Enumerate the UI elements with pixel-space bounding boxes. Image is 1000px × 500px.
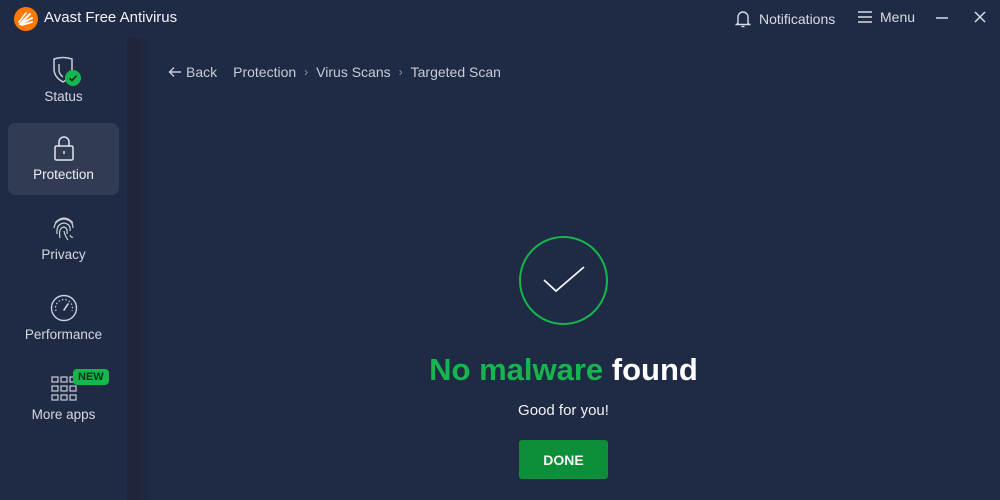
bell-icon: [735, 11, 751, 28]
lock-icon: [49, 133, 79, 163]
hamburger-icon: [858, 11, 872, 23]
close-icon: [974, 11, 986, 23]
chevron-right-icon: ›: [398, 65, 403, 79]
sidebar-item-label: Performance: [24, 327, 103, 342]
breadcrumb-virus-scans[interactable]: Virus Scans: [316, 64, 390, 80]
back-label: Back: [186, 64, 218, 80]
speedometer-icon: [49, 293, 79, 323]
sidebar-item-label: Protection: [33, 167, 94, 182]
sidebar-item-privacy[interactable]: Privacy: [8, 203, 119, 275]
checkmark-icon: [543, 266, 585, 293]
back-button[interactable]: Back: [168, 64, 217, 80]
fingerprint-icon: [49, 213, 79, 243]
chevron-right-icon: ›: [304, 65, 309, 79]
title-bar: Avast Free Antivirus Notifications Menu: [0, 0, 1000, 38]
headline-highlight: No malware: [429, 352, 604, 387]
arrow-left-icon: [168, 67, 181, 77]
minimize-icon: [936, 17, 948, 19]
sidebar-item-performance[interactable]: Performance: [8, 283, 119, 355]
close-button[interactable]: [973, 8, 995, 28]
minimize-button[interactable]: [935, 8, 957, 28]
sidebar-item-label: Privacy: [41, 247, 86, 262]
menu-button[interactable]: Menu: [858, 9, 915, 25]
shield-check-icon: [49, 55, 81, 86]
headline-rest: found: [611, 352, 698, 387]
success-circle: [519, 236, 608, 325]
menu-label: Menu: [880, 9, 916, 25]
app-title: Avast Free Antivirus: [44, 9, 178, 26]
breadcrumb-protection[interactable]: Protection: [233, 64, 296, 80]
breadcrumb-targeted-scan: Targeted Scan: [410, 64, 501, 80]
result-subtitle: Good for you!: [518, 402, 609, 419]
breadcrumb: Back Protection › Virus Scans › Targeted…: [168, 64, 501, 80]
avast-logo-icon: [14, 7, 38, 31]
sidebar-item-protection[interactable]: Protection: [8, 123, 119, 195]
done-button[interactable]: DONE: [519, 440, 608, 479]
sidebar-item-label: Status: [44, 89, 83, 104]
sidebar-item-status[interactable]: Status: [8, 45, 119, 117]
notifications-button[interactable]: Notifications: [735, 9, 835, 29]
notifications-label: Notifications: [759, 11, 836, 27]
sidebar-divider: [127, 38, 151, 500]
result-headline: No malware found: [0, 352, 1000, 388]
